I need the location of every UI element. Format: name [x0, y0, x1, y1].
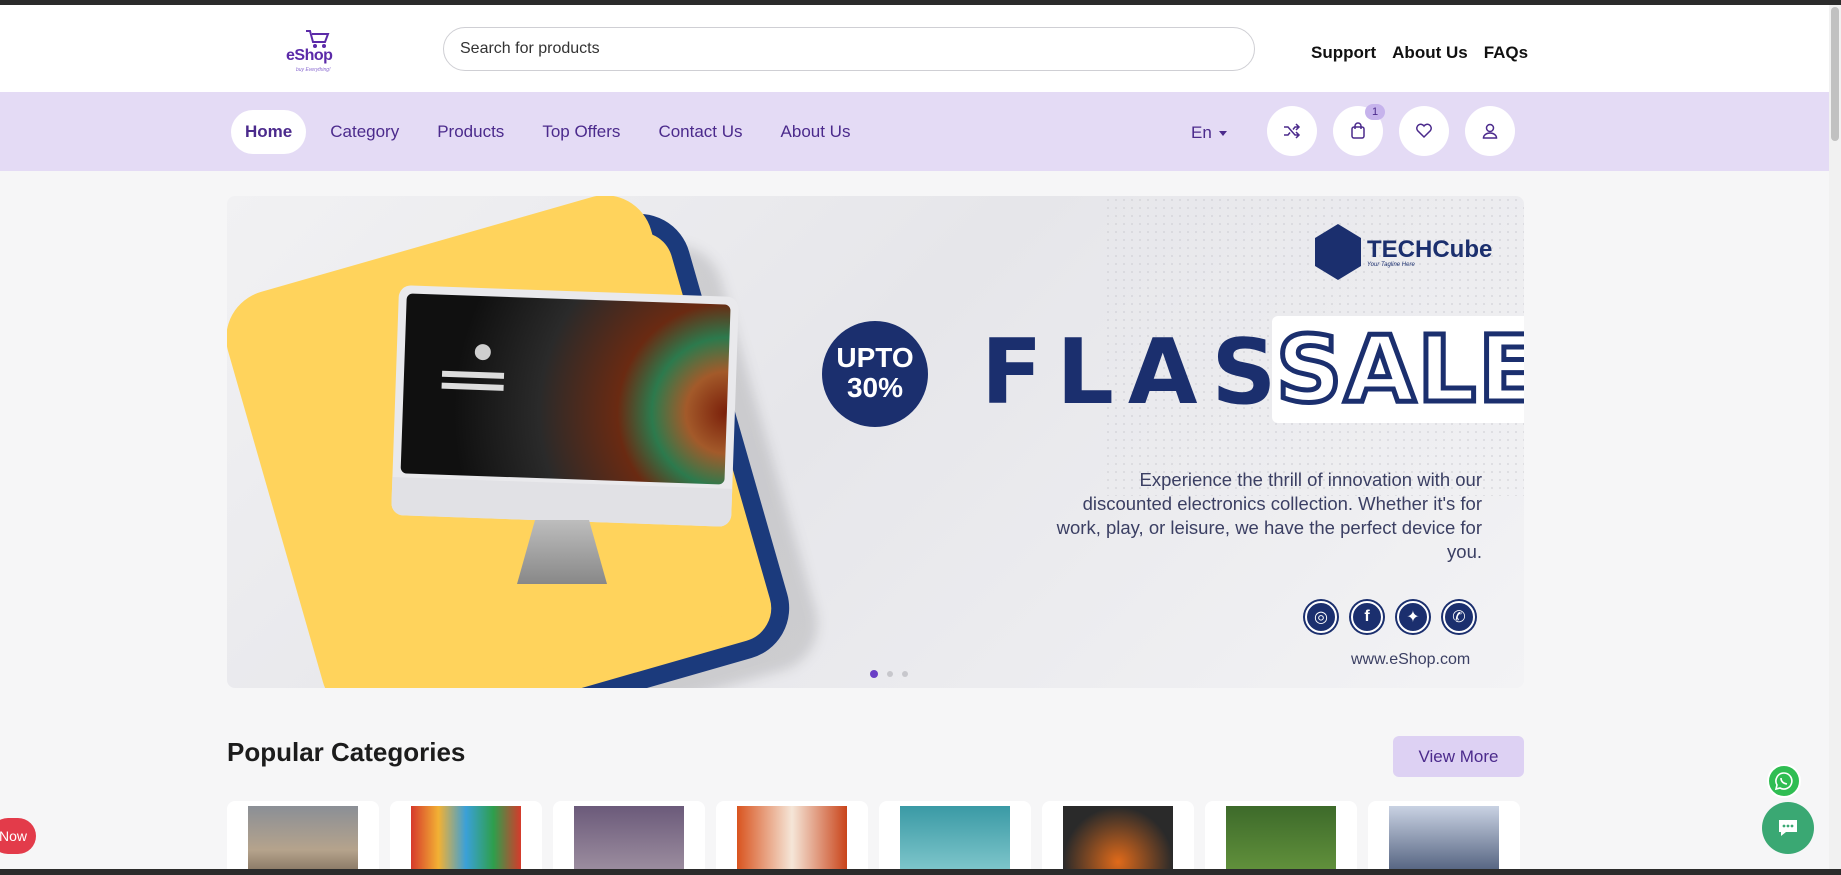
language-select[interactable]: En [1191, 123, 1227, 143]
logo-tagline: buy Everything! [296, 67, 331, 73]
carousel-dot[interactable] [870, 670, 878, 678]
category-card[interactable] [1368, 801, 1520, 875]
whatsapp-button[interactable] [1767, 764, 1801, 798]
chat-icon [1779, 820, 1797, 836]
hero-website: www.eShop.com [1351, 651, 1471, 668]
now-pill-button[interactable]: Now [0, 818, 36, 854]
cart-logo-icon [306, 30, 330, 48]
category-card[interactable] [227, 801, 379, 875]
nav-products[interactable]: Products [423, 110, 518, 154]
category-image-tv [248, 806, 358, 875]
scrollbar-thumb[interactable] [1831, 7, 1839, 141]
heart-icon [1416, 123, 1432, 139]
nav-contact-us[interactable]: Contact Us [644, 110, 756, 154]
category-image-fashion [1389, 806, 1499, 875]
category-image-appliances [574, 806, 684, 875]
twitter-icon: ✦ [1397, 601, 1429, 633]
discount-badge: UPTO 30% [822, 321, 928, 427]
category-card[interactable] [716, 801, 868, 875]
nav-links: Home Category Products Top Offers Contac… [231, 110, 874, 154]
account-button[interactable] [1465, 106, 1515, 156]
hero-banner[interactable]: UPTO 30% FLASH SALE TECHCube Your Taglin… [227, 196, 1524, 688]
category-card[interactable] [1205, 801, 1357, 875]
category-card[interactable] [879, 801, 1031, 875]
language-value: En [1191, 123, 1212, 142]
support-link[interactable]: Support [1311, 43, 1376, 63]
hero-description: Experience the thrill of innovation with… [1056, 469, 1482, 562]
shuffle-icon [1284, 123, 1301, 139]
sale-text: SALE [1272, 314, 1524, 426]
category-image-beverages [411, 806, 521, 875]
site-header: eShop buy Everything! Support About Us F… [0, 5, 1829, 92]
category-card[interactable] [553, 801, 705, 875]
nav-about-us[interactable]: About Us [767, 110, 865, 154]
techcube-brand: TECHCube Your Tagline Here [1315, 224, 1492, 280]
category-card[interactable] [1042, 801, 1194, 875]
instagram-icon: ◎ [1305, 601, 1337, 633]
chat-button[interactable] [1762, 802, 1814, 854]
nav-category[interactable]: Category [316, 110, 413, 154]
cart-count-badge: 1 [1365, 104, 1385, 120]
top-links: Support About Us FAQs [1311, 43, 1528, 63]
social-icons: ◎ f ✦ ✆ [1305, 601, 1475, 633]
nav-top-offers[interactable]: Top Offers [528, 110, 634, 154]
view-more-button[interactable]: View More [1393, 736, 1524, 777]
chevron-down-icon [1218, 130, 1227, 136]
wishlist-button[interactable] [1399, 106, 1449, 156]
popular-categories-title: Popular Categories [227, 737, 466, 767]
category-image-shoes [900, 806, 1010, 875]
whatsapp-icon [1774, 772, 1793, 791]
eshop-logo[interactable]: eShop buy Everything! [282, 29, 342, 79]
techcube-name: TECHCube [1367, 236, 1493, 263]
about-us-link[interactable]: About Us [1392, 43, 1468, 63]
discount-badge-line1: UPTO [836, 342, 914, 373]
carousel-dot[interactable] [887, 671, 893, 677]
discount-badge-line2: 30% [846, 372, 904, 403]
search-input[interactable] [443, 27, 1255, 71]
category-card[interactable] [390, 801, 542, 875]
faqs-link[interactable]: FAQs [1484, 43, 1528, 63]
shopping-bag-icon [1351, 122, 1365, 139]
compare-button[interactable] [1267, 106, 1317, 156]
monitor-image [391, 285, 739, 527]
main-nav: Home Category Products Top Offers Contac… [0, 92, 1829, 171]
category-image-home-decor [737, 806, 847, 875]
facebook-icon: f [1351, 601, 1383, 633]
logo-text: eShop [286, 47, 333, 64]
techcube-logo-icon [1315, 224, 1361, 280]
category-image-electronics [1063, 806, 1173, 875]
category-image-watches [1226, 806, 1336, 875]
category-row [227, 801, 1520, 875]
user-icon [1482, 123, 1498, 139]
whatsapp-icon: ✆ [1443, 601, 1475, 633]
nav-home[interactable]: Home [231, 110, 307, 154]
carousel-dots [870, 670, 908, 678]
carousel-dot[interactable] [902, 671, 908, 677]
window-bottom-bar [0, 869, 1841, 875]
